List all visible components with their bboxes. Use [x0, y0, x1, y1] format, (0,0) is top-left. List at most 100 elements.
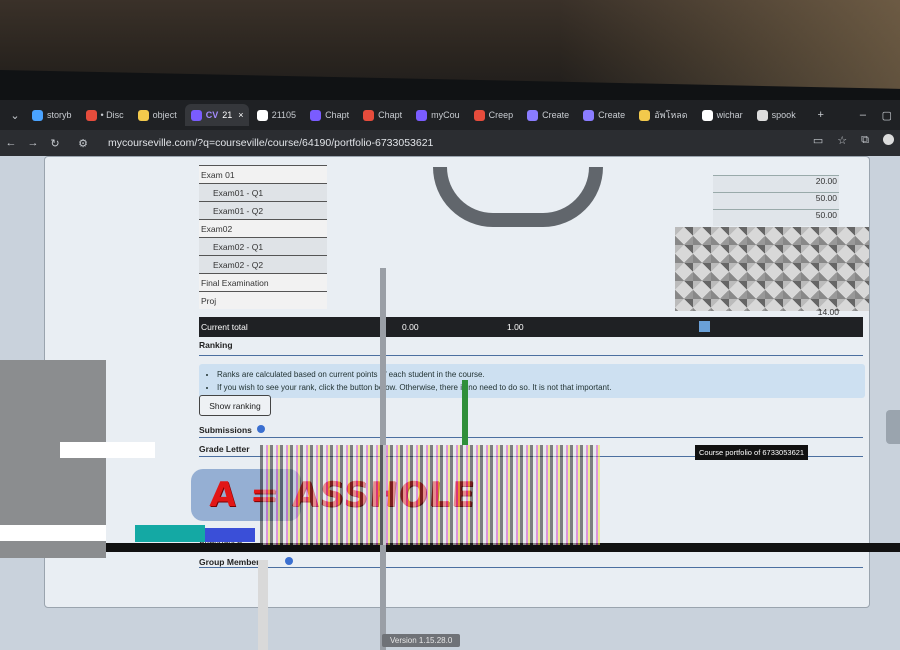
pixelated-censor-block — [675, 227, 869, 311]
courseville-logo — [433, 167, 603, 227]
browser-tab[interactable]: object — [132, 104, 183, 126]
browser-tab[interactable]: 21105 — [251, 104, 302, 126]
browser-tab[interactable]: storyb — [26, 104, 78, 126]
glitch-line — [462, 380, 468, 445]
browser-tab[interactable]: CV 21 × — [184, 104, 249, 126]
glitch-line — [258, 560, 268, 650]
tab-label: object — [152, 110, 177, 120]
browser-tab[interactable]: Creep — [468, 104, 520, 126]
new-tab-button[interactable]: + — [810, 109, 832, 121]
score-cell: 20.00 — [713, 175, 839, 192]
help-icon[interactable] — [284, 557, 293, 565]
grade-row: Exam01 - Q1 — [199, 183, 327, 201]
help-icon[interactable] — [257, 425, 266, 433]
group-members-label: Group Members — [199, 557, 265, 567]
tab-favicon-icon — [190, 109, 202, 121]
tab-label: 21 — [222, 110, 233, 120]
tab-badge: CV — [205, 110, 219, 120]
submissions-label: Submissions — [199, 425, 252, 435]
submissions-divider — [199, 437, 863, 438]
browser-tab[interactable]: • Disc — [80, 104, 130, 126]
grade-row: Exam02 - Q2 — [199, 255, 327, 273]
grade-table: Exam 01 Exam01 - Q1 Exam01 - Q2 Exam02 Exam0… — [199, 165, 327, 309]
bottom-score: 14.00 — [817, 307, 839, 317]
score-cell: 50.00 — [713, 209, 839, 226]
browser-tab[interactable]: spook — [751, 104, 802, 126]
ranking-bullet-1: Ranks are calculated based on current po… — [217, 368, 865, 381]
tab-favicon-icon — [527, 109, 539, 121]
room-light — [560, 0, 900, 95]
tab-label: Chapt — [325, 110, 350, 120]
grade-row: Exam02 - Q1 — [199, 237, 327, 255]
tab-favicon-icon — [701, 109, 713, 121]
tab-favicon-icon — [137, 109, 149, 121]
maximize-icon[interactable]: ▢ — [882, 109, 892, 122]
portfolio-tooltip: Course portfolio of 6733053621 — [695, 445, 809, 460]
tab-search-icon[interactable]: ⌄ — [4, 109, 26, 122]
browser-tab[interactable]: Chapt — [304, 104, 355, 126]
bookmark-star-icon[interactable]: ☆ — [837, 134, 847, 147]
browser-screen: ⌄ storyb • Disc object CV 21 × 21105 Chapt Chapt… — [0, 100, 900, 650]
grade-row: Exam01 - Q2 — [199, 201, 327, 219]
side-panel-handle[interactable] — [886, 410, 900, 444]
current-total-label: Current total — [201, 322, 248, 332]
tab-favicon-icon — [310, 109, 322, 121]
tab-favicon-icon — [256, 109, 268, 121]
reload-icon[interactable]: ↻ — [44, 137, 66, 150]
show-ranking-button[interactable]: Show ranking — [199, 395, 271, 416]
tab-favicon-icon — [85, 109, 97, 121]
url-text[interactable]: mycourseville.com/?q=courseville/course/… — [108, 137, 433, 149]
back-arrow-icon[interactable]: ← — [0, 137, 22, 149]
glitch-block — [0, 525, 106, 541]
current-total-bar: Current total 0.00 1.00 — [199, 317, 863, 337]
ranking-info-box: Ranks are calculated based on current po… — [199, 364, 865, 398]
tab-label: Create — [542, 110, 570, 120]
browser-tab[interactable]: Chapt — [357, 104, 408, 126]
tab-bar: ⌄ storyb • Disc object CV 21 × 21105 Chapt Chapt… — [0, 100, 900, 130]
extensions-icon[interactable]: ⧉ — [861, 134, 869, 147]
glitch-noise — [260, 445, 600, 545]
browser-tab[interactable]: wichar — [696, 104, 749, 126]
tab-label: Creep — [488, 110, 514, 120]
address-bar-row: ← → ↻ ⚙ mycourseville.com/?q=courseville… — [0, 130, 900, 156]
tab-favicon-icon — [363, 109, 375, 121]
score-cell: 50.00 — [713, 192, 839, 209]
ranking-bullet-2: If you wish to see your rank, click the … — [217, 381, 865, 394]
grade-row: Exam 01 — [199, 165, 327, 183]
close-tab-icon[interactable]: × — [238, 110, 243, 120]
score-column: 20.00 50.00 50.00 — [713, 175, 839, 226]
tab-label: storyb — [47, 110, 72, 120]
tab-favicon-icon — [583, 109, 595, 121]
profile-avatar[interactable] — [883, 134, 894, 145]
ranking-divider — [199, 355, 863, 356]
submissions-title: Submissions — [199, 425, 266, 435]
minimize-icon[interactable]: – — [860, 109, 866, 121]
tab-favicon-icon — [473, 109, 485, 121]
grade-letter-title: Grade Letter — [199, 444, 250, 454]
cast-icon[interactable]: ▭ — [813, 134, 823, 147]
tab-label: spook — [771, 110, 796, 120]
grade-row: Proj — [199, 291, 327, 309]
chart-icon[interactable] — [699, 321, 710, 332]
tab-label: Chapt — [378, 110, 403, 120]
glitch-block — [205, 528, 255, 542]
tab-favicon-icon — [32, 109, 43, 121]
browser-tab[interactable]: Create — [577, 104, 631, 126]
tab-label: myCou — [431, 110, 460, 120]
group-members-divider — [199, 567, 863, 568]
browser-tab[interactable]: Create — [521, 104, 575, 126]
current-total-value-2: 1.00 — [507, 322, 524, 332]
site-settings-icon[interactable]: ⚙ — [72, 137, 94, 150]
browser-tab[interactable]: myCou — [410, 104, 466, 126]
forward-arrow-icon[interactable]: → — [22, 137, 44, 149]
glitch-block — [135, 525, 205, 542]
ranking-title: Ranking — [199, 340, 233, 350]
tab-label: อัพโหลด — [654, 110, 688, 120]
current-total-value: 0.00 — [402, 322, 419, 332]
tab-favicon-icon — [416, 109, 428, 121]
browser-tab[interactable]: อัพโหลด — [633, 104, 693, 126]
tab-favicon-icon — [639, 109, 651, 121]
grade-row: Exam02 — [199, 219, 327, 237]
tab-list: storyb • Disc object CV 21 × 21105 Chapt Chapt my… — [26, 104, 804, 126]
glitch-block — [60, 442, 155, 458]
